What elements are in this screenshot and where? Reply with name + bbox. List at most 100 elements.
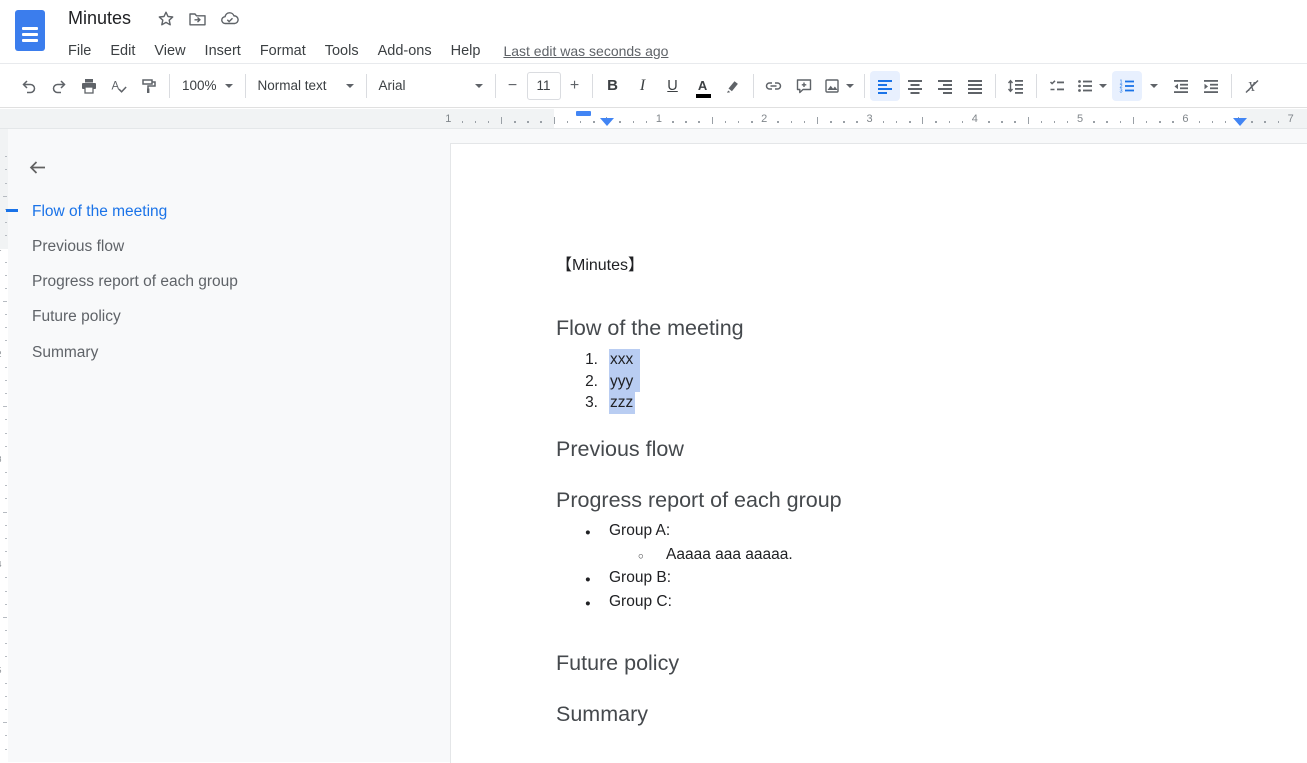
print-icon <box>80 77 98 95</box>
spellcheck-button[interactable]: A <box>104 71 134 101</box>
line-spacing-button[interactable] <box>1001 71 1031 101</box>
document-page[interactable]: 【Minutes】 Flow of the meeting 1. xxx 2. … <box>450 143 1307 763</box>
line-spacing-icon <box>1006 77 1025 95</box>
outline-item-future-policy[interactable]: Future policy <box>32 308 121 326</box>
ruler-number: 1 <box>0 244 1 253</box>
chevron-down-icon <box>225 84 233 88</box>
list-item: ● Group A: <box>556 520 793 544</box>
justify-button[interactable] <box>960 71 990 101</box>
close-outline-button[interactable] <box>27 157 48 178</box>
header: Minutes File Edit View Insert Format Too… <box>0 0 1307 64</box>
outline-item-summary[interactable]: Summary <box>32 344 98 362</box>
spellcheck-icon: A <box>110 77 128 95</box>
menu-format[interactable]: Format <box>260 43 306 59</box>
separator <box>169 74 170 98</box>
comment-icon <box>795 77 813 95</box>
separator <box>995 74 996 98</box>
doc-heading-summary[interactable]: Summary <box>556 703 648 725</box>
italic-button[interactable]: I <box>628 71 658 101</box>
doc-paragraph-minutes-label[interactable]: 【Minutes】 <box>556 251 644 275</box>
outline-active-indicator <box>6 209 18 212</box>
doc-heading-previous[interactable]: Previous flow <box>556 438 684 460</box>
menu-view[interactable]: View <box>154 43 185 59</box>
right-indent-marker[interactable] <box>1233 118 1247 126</box>
separator <box>245 74 246 98</box>
separator <box>864 74 865 98</box>
redo-button[interactable] <box>44 71 74 101</box>
selected-text[interactable]: xxx <box>609 349 640 371</box>
increase-font-size-button[interactable]: + <box>563 71 587 101</box>
list-item: 2. yyy <box>556 371 640 393</box>
list-item: ○ Aaaaa aaa aaaaa. <box>556 544 793 568</box>
ruler-number: 5 <box>0 666 1 675</box>
svg-text:3: 3 <box>1119 88 1122 94</box>
ruler-number: 6 <box>1182 113 1188 125</box>
doc-bulleted-list[interactable]: ● Group A: ○ Aaaaa aaa aaaaa. ● Group B:… <box>556 520 793 614</box>
document-title[interactable]: Minutes <box>68 8 131 29</box>
menu-file[interactable]: File <box>68 43 91 59</box>
font-size-input[interactable]: 11 <box>527 72 561 100</box>
numbered-list-button[interactable]: 123 <box>1112 71 1142 101</box>
doc-heading-flow[interactable]: Flow of the meeting <box>556 317 744 339</box>
add-comment-button[interactable] <box>789 71 819 101</box>
link-icon <box>764 77 783 95</box>
doc-numbered-list[interactable]: 1. xxx 2. yyy 3. zzz <box>556 349 640 414</box>
underline-button[interactable]: U <box>658 71 688 101</box>
highlight-color-button[interactable] <box>718 71 748 101</box>
selected-text[interactable]: zzz <box>609 392 635 414</box>
outline-item-progress-report[interactable]: Progress report of each group <box>32 273 238 291</box>
outline-pane: Flow of the meeting Previous flow Progre… <box>8 129 450 762</box>
ruler-number: 3 <box>866 113 872 125</box>
menu-bar: File Edit View Insert Format Tools Add-o… <box>68 39 668 63</box>
outline-item-previous-flow[interactable]: Previous flow <box>32 238 124 256</box>
list-item: 3. zzz <box>556 392 640 414</box>
decrease-indent-button[interactable] <box>1166 71 1196 101</box>
list-item: ● Group B: <box>556 567 793 591</box>
insert-link-button[interactable] <box>759 71 789 101</box>
text-color-button[interactable]: A <box>688 71 718 101</box>
checklist-button[interactable] <box>1042 71 1072 101</box>
ruler-number: 3 <box>0 455 1 464</box>
clear-formatting-button[interactable]: X <box>1237 71 1267 101</box>
selected-text[interactable]: yyy <box>609 371 640 393</box>
left-indent-marker[interactable] <box>600 118 614 126</box>
menu-insert[interactable]: Insert <box>205 43 241 59</box>
move-folder-icon[interactable] <box>188 10 207 28</box>
star-icon[interactable] <box>157 10 175 28</box>
clear-formatting-icon: X <box>1243 77 1261 95</box>
numbered-list-icon: 123 <box>1118 77 1136 95</box>
ruler-number: 2 <box>761 113 767 125</box>
outline-item-flow-of-the-meeting[interactable]: Flow of the meeting <box>32 203 167 221</box>
docs-logo-icon[interactable] <box>15 10 45 51</box>
increase-indent-button[interactable] <box>1196 71 1226 101</box>
print-button[interactable] <box>74 71 104 101</box>
cloud-saved-icon[interactable] <box>220 10 240 28</box>
align-left-button[interactable] <box>870 71 900 101</box>
numbered-list-menu-button[interactable] <box>1142 71 1166 101</box>
bold-button[interactable]: B <box>598 71 628 101</box>
ruler-number: 4 <box>0 560 1 569</box>
redo-icon <box>50 77 68 95</box>
increase-indent-icon <box>1202 77 1220 95</box>
font-select[interactable]: Arial <box>372 71 490 101</box>
menu-edit[interactable]: Edit <box>110 43 135 59</box>
decrease-font-size-button[interactable]: − <box>501 71 525 101</box>
paint-format-button[interactable] <box>134 71 164 101</box>
align-right-icon <box>936 77 954 95</box>
separator <box>1036 74 1037 98</box>
styles-select[interactable]: Normal text <box>251 71 361 101</box>
menu-tools[interactable]: Tools <box>325 43 359 59</box>
menu-addons[interactable]: Add-ons <box>378 43 432 59</box>
bulleted-list-button[interactable] <box>1072 71 1112 101</box>
insert-image-button[interactable] <box>819 71 859 101</box>
undo-button[interactable] <box>14 71 44 101</box>
zoom-select[interactable]: 100% <box>175 71 240 101</box>
doc-heading-future[interactable]: Future policy <box>556 652 679 674</box>
last-edit-link[interactable]: Last edit was seconds ago <box>503 43 668 59</box>
align-right-button[interactable] <box>930 71 960 101</box>
menu-help[interactable]: Help <box>451 43 481 59</box>
first-line-indent-marker[interactable] <box>576 111 591 116</box>
justify-icon <box>966 77 984 95</box>
doc-heading-progress[interactable]: Progress report of each group <box>556 489 842 511</box>
align-center-button[interactable] <box>900 71 930 101</box>
